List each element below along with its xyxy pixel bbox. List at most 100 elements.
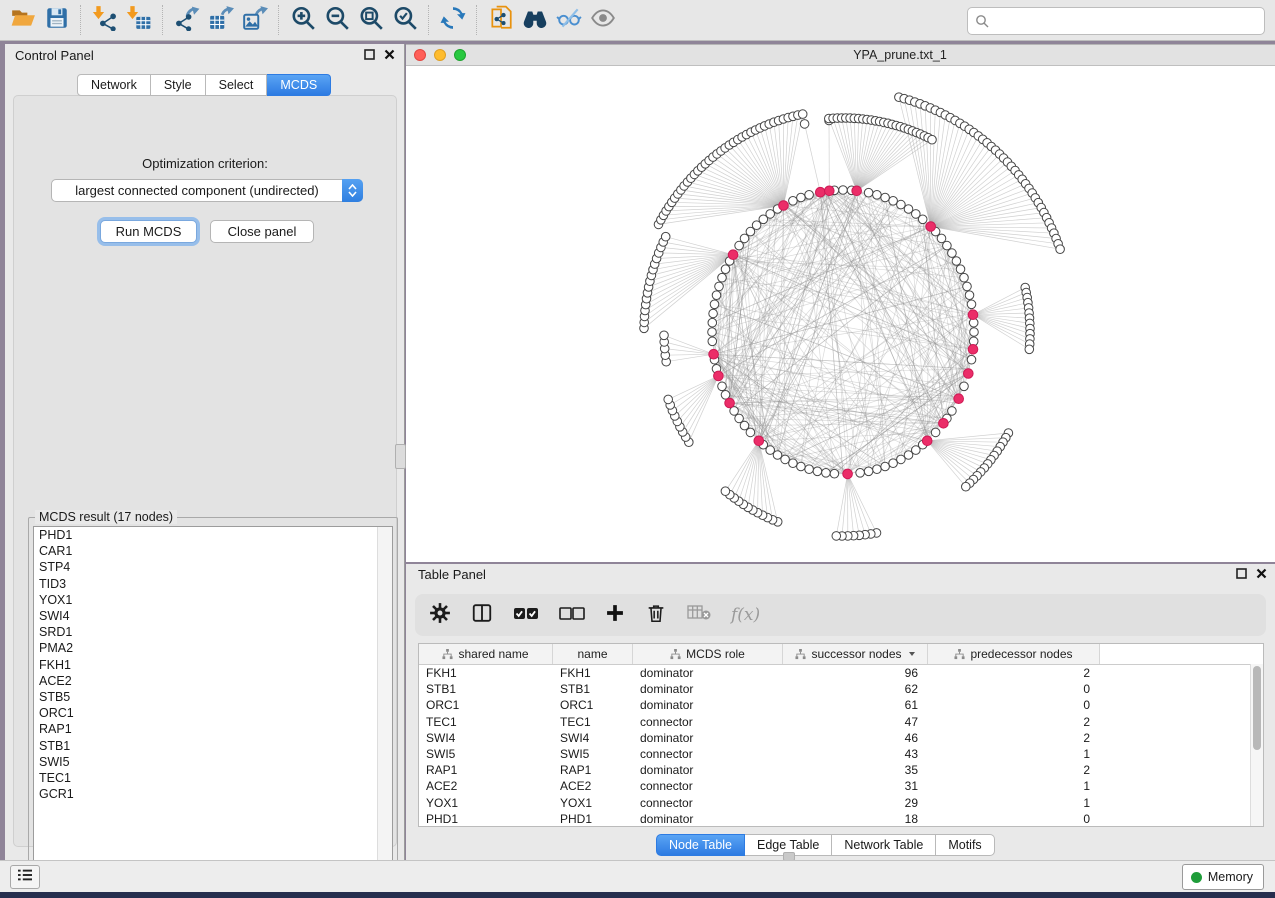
table-scrollbar[interactable] (1250, 664, 1263, 826)
table-scrollbar-thumb[interactable] (1253, 666, 1261, 750)
mcds-result-item[interactable]: TEC1 (34, 770, 392, 786)
network-window: YPA_prune.txt_1 (406, 44, 1275, 562)
network-titlebar[interactable]: YPA_prune.txt_1 (406, 45, 1275, 66)
export-table-icon (208, 5, 234, 36)
table-row[interactable]: RAP1RAP1dominator352 (419, 762, 1263, 778)
table-tabs: Node Table Edge Table Network Table Moti… (656, 834, 995, 856)
export-table-button[interactable] (204, 4, 238, 36)
mcds-result-item[interactable]: STP4 (34, 559, 392, 575)
clone-network-button[interactable] (484, 4, 518, 36)
import-table-button[interactable] (122, 4, 156, 36)
mcds-result-item[interactable]: CAR1 (34, 543, 392, 559)
run-mcds-button[interactable]: Run MCDS (100, 220, 197, 243)
mcds-list-scrollbar[interactable] (377, 527, 392, 885)
mcds-result-item[interactable]: TID3 (34, 576, 392, 592)
table-cell: 47 (783, 715, 928, 729)
zoom-selected-button[interactable] (388, 4, 422, 36)
binoculars-icon (522, 5, 548, 36)
mcds-result-item[interactable]: FKH1 (34, 657, 392, 673)
table-row[interactable]: ORC1ORC1dominator610 (419, 697, 1263, 713)
tab-node-table[interactable]: Node Table (656, 834, 745, 856)
delete-table-button[interactable] (687, 604, 711, 627)
open-session-button[interactable] (6, 4, 40, 36)
memory-button[interactable]: Memory (1182, 864, 1264, 890)
table-cell: 2 (928, 731, 1100, 745)
table-cell: 1 (928, 796, 1100, 810)
mcds-result-item[interactable]: ORC1 (34, 705, 392, 721)
close-panel-button[interactable]: Close panel (210, 220, 314, 243)
table-cell: RAP1 (419, 763, 553, 777)
create-column-button[interactable] (605, 603, 625, 628)
tab-mcds[interactable]: MCDS (267, 74, 331, 96)
show-all-button[interactable] (586, 4, 620, 36)
mcds-result-item[interactable]: STB5 (34, 689, 392, 705)
mcds-result-item[interactable]: SWI4 (34, 608, 392, 624)
tab-style[interactable]: Style (151, 74, 206, 96)
panel-divider-grip[interactable] (395, 444, 406, 469)
column-header-predecessor-nodes[interactable]: predecessor nodes (928, 644, 1100, 664)
tab-select[interactable]: Select (206, 74, 268, 96)
criterion-dropdown[interactable]: largest connected component (undirected) (51, 179, 363, 202)
tab-network[interactable]: Network (77, 74, 151, 96)
memory-status-icon (1191, 872, 1202, 883)
column-header-successor-nodes[interactable]: successor nodes (783, 644, 928, 664)
import-network-button[interactable] (88, 4, 122, 36)
maximize-window-button[interactable] (454, 49, 466, 61)
table-row[interactable]: TEC1TEC1connector472 (419, 714, 1263, 730)
tab-network-table[interactable]: Network Table (832, 834, 936, 856)
table-cell: dominator (633, 763, 783, 777)
table-row[interactable]: ACE2ACE2connector311 (419, 778, 1263, 794)
table-cell: 29 (783, 796, 928, 810)
table-cell: 2 (928, 763, 1100, 777)
show-columns-button[interactable] (471, 602, 493, 629)
tab-motifs[interactable]: Motifs (936, 834, 994, 856)
network-canvas-svg[interactable] (406, 66, 1275, 563)
table-row[interactable]: SWI4SWI4dominator462 (419, 730, 1263, 746)
minimize-window-button[interactable] (434, 49, 446, 61)
select-all-button[interactable] (513, 605, 539, 626)
mcds-result-item[interactable]: PHD1 (34, 527, 392, 543)
column-header-MCDS-role[interactable]: MCDS role (633, 644, 783, 664)
function-builder-button[interactable]: f(x) (731, 605, 760, 625)
delete-column-button[interactable] (645, 602, 667, 629)
zoom-out-button[interactable] (320, 4, 354, 36)
desktop-background-bottom (0, 892, 1275, 898)
table-row[interactable]: FKH1FKH1dominator962 (419, 665, 1263, 681)
close-panel-icon[interactable] (1256, 568, 1267, 579)
zoom-out-icon (324, 5, 350, 36)
search-input[interactable] (989, 11, 1264, 31)
mcds-result-item[interactable]: SWI5 (34, 754, 392, 770)
mcds-result-item[interactable]: ACE2 (34, 673, 392, 689)
close-window-button[interactable] (414, 49, 426, 61)
task-history-button[interactable] (10, 865, 40, 889)
mcds-result-item[interactable]: GCR1 (34, 786, 392, 802)
mcds-result-item[interactable]: YOX1 (34, 592, 392, 608)
column-header-name[interactable]: name (553, 644, 633, 664)
apply-layout-button[interactable] (436, 4, 470, 36)
zoom-in-button[interactable] (286, 4, 320, 36)
table-settings-button[interactable] (429, 602, 451, 629)
float-panel-icon[interactable] (364, 49, 375, 60)
search-objects-button[interactable] (518, 4, 552, 36)
close-panel-icon[interactable] (384, 49, 395, 60)
mcds-result-item[interactable]: SRD1 (34, 624, 392, 640)
deselect-all-button[interactable] (559, 605, 585, 626)
mcds-result-item[interactable]: STB1 (34, 738, 392, 754)
zoom-selected-icon (392, 5, 418, 36)
save-session-button[interactable] (40, 4, 74, 36)
zoom-fit-button[interactable] (354, 4, 388, 36)
mcds-result-item[interactable]: PMA2 (34, 640, 392, 656)
table-cell: 46 (783, 731, 928, 745)
mcds-result-item[interactable]: RAP1 (34, 721, 392, 737)
export-image-button[interactable] (238, 4, 272, 36)
table-row[interactable]: STB1STB1dominator620 (419, 681, 1263, 697)
export-network-button[interactable] (170, 4, 204, 36)
table-cell: FKH1 (553, 666, 633, 680)
table-row[interactable]: SWI5SWI5connector431 (419, 746, 1263, 762)
hide-selected-button[interactable] (552, 4, 586, 36)
float-panel-icon[interactable] (1236, 568, 1247, 579)
table-row[interactable]: YOX1YOX1connector291 (419, 795, 1263, 811)
table-row[interactable]: PHD1PHD1dominator180 (419, 811, 1263, 827)
mcds-result-list[interactable]: PHD1CAR1STP4TID3YOX1SWI4SRD1PMA2FKH1ACE2… (33, 526, 393, 886)
column-header-shared-name[interactable]: shared name (419, 644, 553, 664)
